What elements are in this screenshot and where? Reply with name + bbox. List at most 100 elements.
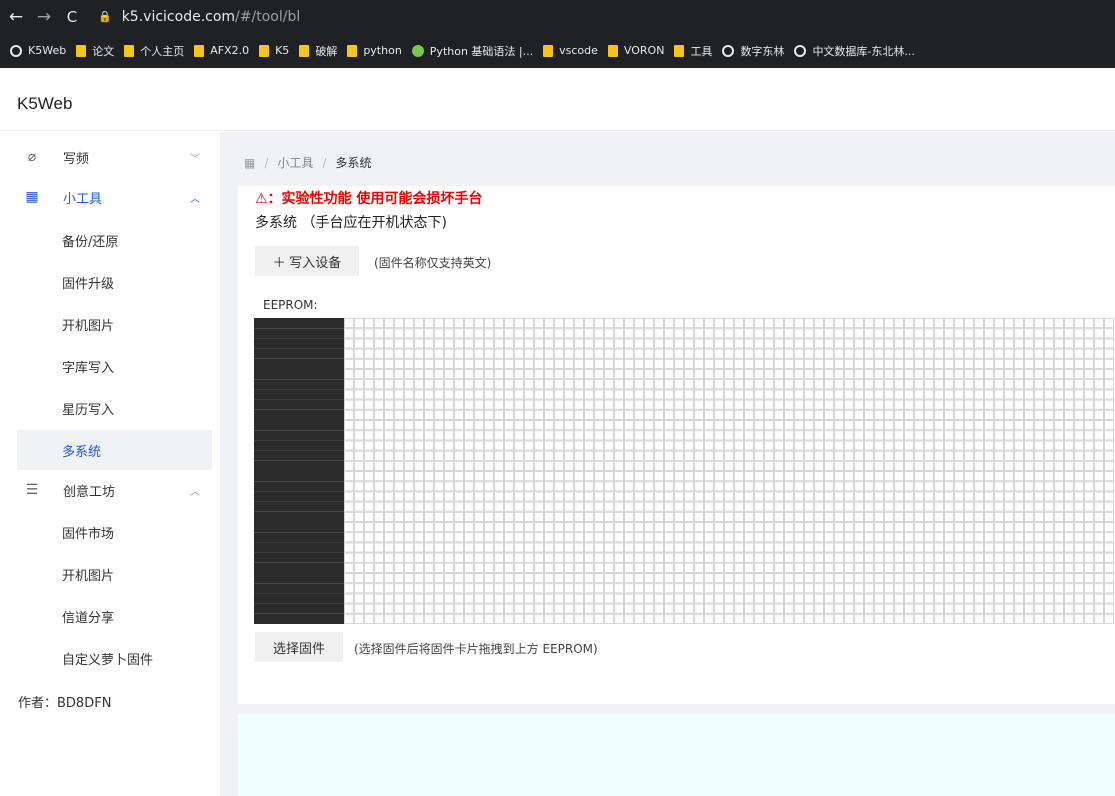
eeprom-cell-filled — [314, 328, 324, 339]
eeprom-cell-empty — [734, 542, 744, 553]
bookmark-item[interactable]: K5Web — [10, 44, 66, 57]
eeprom-cell-empty — [644, 348, 654, 359]
eeprom-cell-empty — [944, 379, 954, 390]
menu-group-write-freq[interactable]: ⌀ 写频 ﹀ — [0, 137, 220, 177]
bookmark-item[interactable]: 工具 — [674, 43, 712, 59]
eeprom-cell-empty — [784, 338, 794, 349]
bookmark-item[interactable]: VORON — [607, 44, 664, 57]
eeprom-cell-empty — [544, 552, 554, 563]
eeprom-cell-empty — [524, 532, 534, 543]
eeprom-cell-empty — [1054, 420, 1064, 431]
eeprom-cell-empty — [744, 501, 754, 512]
eeprom-cell-empty — [934, 348, 944, 359]
eeprom-cell-empty — [574, 420, 584, 431]
eeprom-cell-empty — [824, 450, 834, 461]
eeprom-cell-empty — [954, 481, 964, 492]
eeprom-cell-empty — [834, 318, 844, 329]
reload-icon[interactable]: C — [60, 8, 84, 26]
eeprom-cell-empty — [454, 430, 464, 441]
eeprom-cell-empty — [484, 379, 494, 390]
eeprom-cell-filled — [284, 440, 294, 451]
sidebar-item-firmware-upgrade[interactable]: 固件升级 — [17, 262, 212, 302]
eeprom-cell-empty — [534, 440, 544, 451]
sidebar-item-backup[interactable]: 备份/还原 — [17, 220, 212, 260]
bookmark-item[interactable]: python — [347, 44, 402, 57]
eeprom-cell-empty — [834, 593, 844, 604]
sidebar-item-font-write[interactable]: 字库写入 — [17, 346, 212, 386]
eeprom-cell-filled — [304, 358, 314, 369]
eeprom-cell-empty — [734, 379, 744, 390]
eeprom-cell-empty — [494, 379, 504, 390]
bookmark-item[interactable]: 中文数据库-东北林... — [794, 43, 915, 59]
eeprom-cell-filled — [264, 369, 274, 380]
sidebar-item-boot-image[interactable]: 开机图片 — [17, 304, 212, 344]
bookmark-item[interactable]: AFX2.0 — [194, 44, 249, 57]
sidebar-item-custom-firmware[interactable]: 自定义萝卜固件 — [17, 638, 212, 678]
eeprom-cell-empty — [384, 511, 394, 523]
sidebar-item-multi-system[interactable]: 多系统 — [17, 430, 212, 470]
eeprom-cell-empty — [754, 440, 764, 451]
eeprom-cell-empty — [1054, 471, 1064, 482]
sidebar-item-ephemeris-write[interactable]: 星历写入 — [17, 388, 212, 428]
eeprom-cell-empty — [914, 491, 924, 502]
bookmark-item[interactable]: 论文 — [76, 43, 114, 59]
sidebar-item-boot-image-share[interactable]: 开机图片 — [17, 554, 212, 594]
eeprom-cell-empty — [524, 358, 534, 369]
eeprom-cell-empty — [944, 613, 954, 624]
sidebar-item-channel-share[interactable]: 信道分享 — [17, 596, 212, 636]
bookmark-item[interactable]: 数字东林 — [722, 43, 784, 59]
eeprom-cell-filled — [294, 430, 304, 441]
eeprom-cell-empty — [814, 501, 824, 512]
eeprom-cell-empty — [474, 328, 484, 339]
eeprom-cell-empty — [974, 501, 984, 512]
eeprom-cell-empty — [424, 511, 434, 523]
write-device-button[interactable]: ＋ 写入设备 — [255, 246, 359, 276]
eeprom-cell-filled — [254, 532, 264, 543]
sidebar-item-firmware-market[interactable]: 固件市场 — [17, 512, 212, 552]
eeprom-cell-empty — [774, 583, 784, 594]
eeprom-cell-empty — [384, 358, 394, 369]
app-logo[interactable]: K5Web — [17, 94, 72, 114]
eeprom-cell-filled — [274, 338, 284, 349]
eeprom-cell-empty — [1034, 552, 1044, 563]
eeprom-cell-empty — [534, 420, 544, 431]
bookmark-item[interactable]: Python 基础语法 |... — [411, 43, 533, 59]
eeprom-cell-empty — [744, 562, 754, 574]
bookmark-item[interactable]: K5 — [259, 44, 289, 57]
eeprom-cell-empty — [694, 318, 704, 329]
eeprom-cell-empty — [904, 399, 914, 410]
eeprom-cell-empty — [454, 532, 464, 543]
eeprom-cell-empty — [784, 450, 794, 461]
eeprom-cell-empty — [554, 409, 564, 421]
eeprom-cell-empty — [564, 522, 574, 533]
eeprom-cell-empty — [704, 348, 714, 359]
eeprom-cell-empty — [1014, 522, 1024, 533]
eeprom-cell-filled — [284, 358, 294, 369]
eeprom-cell-empty — [584, 583, 594, 594]
address-bar[interactable]: 🔒 k5.vicicode.com /#/tool/bl — [98, 9, 300, 25]
bookmark-item[interactable]: vscode — [543, 44, 598, 57]
eeprom-cell-empty — [584, 460, 594, 472]
eeprom-cell-empty — [894, 328, 904, 339]
eeprom-cell-empty — [804, 471, 814, 482]
eeprom-cell-filled — [324, 440, 334, 451]
eeprom-cell-empty — [654, 481, 664, 492]
select-firmware-button[interactable]: 选择固件 — [255, 632, 343, 662]
eeprom-cell-empty — [884, 399, 894, 410]
forward-icon[interactable]: → — [32, 7, 56, 27]
bookmark-item[interactable]: 个人主页 — [124, 43, 184, 59]
eeprom-cell-empty — [414, 379, 424, 390]
eeprom-grid[interactable] — [254, 318, 1115, 624]
bookmark-item[interactable]: 破解 — [299, 43, 337, 59]
eeprom-cell-filled — [334, 430, 344, 441]
menu-group-tools[interactable]: ▦ 小工具 ︿ — [0, 177, 220, 217]
eeprom-cell-empty — [434, 399, 444, 410]
eeprom-cell-empty — [534, 593, 544, 604]
back-icon[interactable]: ← — [4, 7, 28, 27]
eeprom-cell-empty — [744, 338, 754, 349]
eeprom-cell-empty — [414, 501, 424, 512]
home-grid-icon[interactable]: ▦ — [244, 156, 255, 170]
eeprom-cell-empty — [684, 613, 694, 624]
menu-group-workshop[interactable]: ☰ 创意工坊 ︿ — [0, 470, 220, 510]
breadcrumb-item-tools[interactable]: 小工具 — [277, 154, 313, 171]
